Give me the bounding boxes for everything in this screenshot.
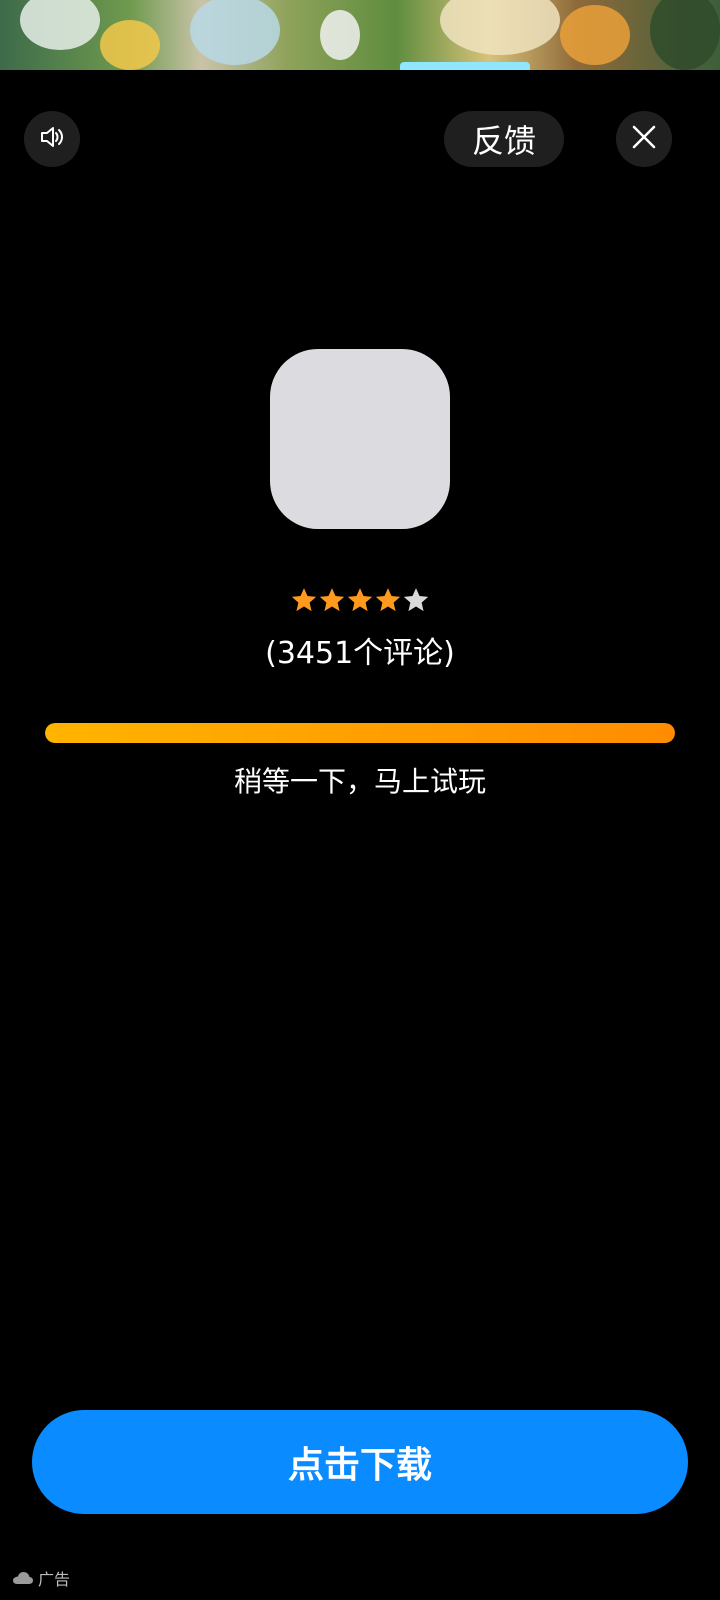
- speaker-icon: [37, 122, 67, 156]
- star-icon: [291, 588, 317, 612]
- ad-page: 反馈 (3451个评论) 稍等一下，马上试玩 点击下载 广告: [0, 0, 720, 1600]
- ad-badge: 广告: [12, 1566, 70, 1590]
- rating-stars: [290, 586, 430, 616]
- feedback-label: 反馈: [471, 122, 536, 160]
- star-icon: [319, 588, 345, 612]
- app-icon: [270, 349, 450, 529]
- close-icon: [631, 124, 657, 154]
- loading-progress-bar: [45, 723, 675, 743]
- feedback-button[interactable]: 反馈: [444, 111, 564, 167]
- star-icon: [347, 588, 373, 612]
- volume-button[interactable]: [24, 111, 80, 167]
- download-label: 点击下载: [287, 1445, 432, 1486]
- ad-text: 广告: [38, 1570, 71, 1589]
- close-button[interactable]: [616, 111, 672, 167]
- download-button[interactable]: 点击下载: [32, 1410, 688, 1514]
- star-icon: [375, 588, 401, 612]
- review-count: (3451个评论): [265, 636, 455, 671]
- loading-message: 稍等一下，马上试玩: [233, 765, 486, 798]
- cloud-icon: [13, 1572, 33, 1584]
- star-icon: [403, 588, 429, 612]
- progress-fill: [45, 723, 675, 743]
- game-preview-strip: [0, 0, 720, 70]
